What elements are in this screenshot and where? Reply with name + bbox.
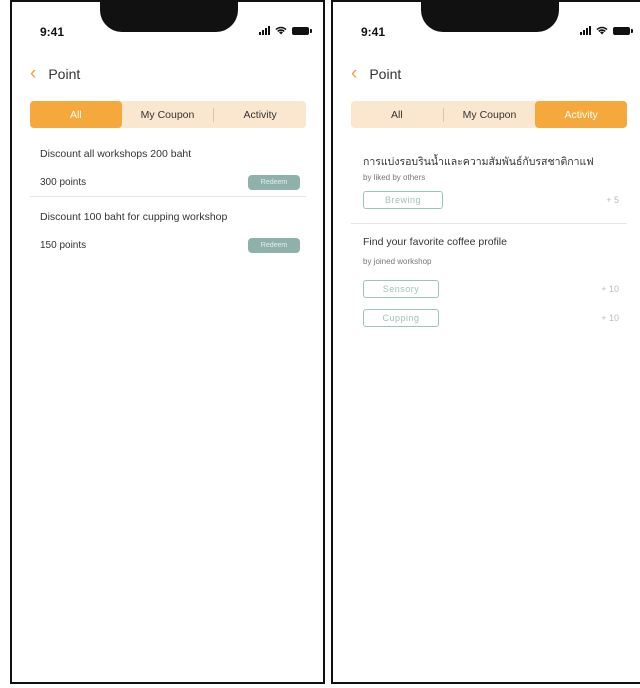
status-icons	[259, 26, 312, 35]
tab-my-coupon[interactable]: My Coupon	[122, 101, 214, 128]
tag-brewing[interactable]: Brewing	[363, 191, 443, 209]
activity-row: Brewing + 5	[363, 191, 619, 209]
status-time: 9:41	[40, 25, 65, 39]
signal-icon	[580, 26, 591, 35]
coupon-item: Discount all workshops 200 baht 300 poin…	[40, 148, 300, 190]
activity-row: Sensory + 10	[363, 280, 619, 298]
points-earned: + 10	[601, 284, 619, 294]
notch	[100, 2, 238, 32]
tag-cupping[interactable]: Cupping	[363, 309, 439, 327]
coupon-points: 150 points	[40, 240, 87, 251]
notch	[421, 2, 559, 32]
header: ‹ Point	[30, 64, 80, 83]
redeem-button[interactable]: Redeem	[248, 238, 300, 253]
wifi-icon	[275, 26, 287, 35]
tag-sensory[interactable]: Sensory	[363, 280, 439, 298]
redeem-button[interactable]: Redeem	[248, 175, 300, 190]
status-icons	[580, 26, 633, 35]
back-chevron-icon[interactable]: ‹	[30, 64, 36, 83]
header: ‹ Point	[351, 64, 401, 83]
activity-subtitle: by liked by others	[363, 173, 426, 182]
coupon-title: Discount all workshops 200 baht	[40, 148, 192, 160]
page-title: Point	[48, 65, 81, 82]
tab-bar: All My Coupon Activity	[351, 101, 628, 128]
tab-activity[interactable]: Activity	[214, 101, 306, 128]
status-time: 9:41	[361, 25, 386, 39]
divider	[351, 223, 627, 224]
coupon-item: Discount 100 baht for cupping workshop 1…	[40, 211, 300, 253]
activity-title: การแบ่งรอบรินน้ำและความสัมพันธ์กับรสชาติ…	[363, 156, 594, 168]
tab-all[interactable]: All	[30, 101, 122, 128]
coupon-row: 300 points Redeem	[40, 175, 300, 190]
tab-bar: All My Coupon Activity	[30, 101, 306, 128]
phone-screen-all: 9:41 ‹ Point All My Coupon Activity Disc…	[10, 0, 325, 684]
activity-row: Cupping + 10	[363, 309, 619, 327]
battery-icon	[613, 26, 633, 35]
activity-title: Find your favorite coffee profile	[363, 236, 507, 248]
coupon-points: 300 points	[40, 177, 87, 188]
signal-icon	[259, 26, 270, 35]
points-earned: + 10	[601, 313, 619, 323]
coupon-title: Discount 100 baht for cupping workshop	[40, 211, 228, 223]
tab-my-coupon[interactable]: My Coupon	[444, 101, 536, 128]
tab-activity[interactable]: Activity	[535, 101, 628, 128]
coupon-row: 150 points Redeem	[40, 238, 300, 253]
battery-icon	[292, 26, 312, 35]
back-chevron-icon[interactable]: ‹	[351, 64, 357, 83]
points-earned: + 5	[606, 195, 619, 205]
divider	[30, 196, 306, 197]
wifi-icon	[596, 26, 608, 35]
page-title: Point	[369, 65, 402, 82]
tab-all[interactable]: All	[351, 101, 443, 128]
activity-subtitle: by joined workshop	[363, 257, 432, 266]
phone-screen-activity: 9:41 ‹ Point All My Coupon Activity การแ…	[331, 0, 640, 684]
